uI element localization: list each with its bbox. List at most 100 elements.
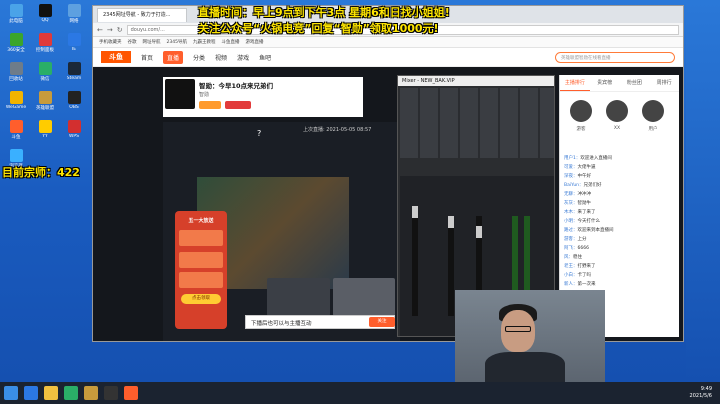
chat-username[interactable]: 小明：: [564, 219, 578, 224]
site-nav-item[interactable]: 鱼吧: [259, 53, 271, 62]
chat-username[interactable]: BaiYun：: [564, 183, 584, 188]
clock-date: 2021/5/6: [689, 393, 712, 399]
promo-popup[interactable]: 五一大放送 点击领取: [175, 211, 227, 329]
taskbar-browser-icon[interactable]: [24, 386, 38, 400]
site-nav-item[interactable]: 游戏: [237, 53, 249, 62]
desktop-icon-label: 回收站: [9, 77, 23, 82]
bookmark-item[interactable]: 手机收藏夹: [99, 39, 122, 45]
chat-tab[interactable]: 主播排行: [560, 75, 590, 91]
chat-username[interactable]: 用户1：: [564, 156, 580, 161]
chat-username[interactable]: 灰灰：: [564, 201, 578, 206]
fan-name: XX: [613, 126, 621, 131]
bookmark-item[interactable]: 谷歌: [128, 39, 137, 45]
chat-username[interactable]: 阿飞：: [564, 246, 578, 251]
desktop-icon[interactable]: 回收站: [2, 62, 30, 90]
taskbar-explorer-icon[interactable]: [44, 386, 58, 400]
chat-tab[interactable]: 粉丝团: [620, 75, 650, 91]
chat-text: 欢迎进入直播间: [580, 156, 612, 161]
chat-text: 兄弟们好: [583, 183, 602, 188]
site-nav: 斗鱼 首页 直播 分类 视频 游戏 鱼吧 英雄联盟智勋在线看直播: [93, 48, 683, 67]
desktop-icon[interactable]: 微信: [31, 62, 59, 90]
streamer-avatar[interactable]: [165, 79, 195, 109]
chat-username[interactable]: 无聊：: [564, 192, 578, 197]
bookmark-item[interactable]: 斗鱼直播: [221, 39, 239, 45]
chat-username[interactable]: 风：: [564, 255, 573, 260]
chat-username[interactable]: 木木：: [564, 210, 578, 215]
fader-knob[interactable]: [448, 216, 454, 228]
desktop-right-edge: [686, 0, 720, 382]
app-icon: [67, 33, 81, 46]
forward-icon[interactable]: →: [107, 26, 113, 34]
desktop-icon[interactable]: 英雄联盟: [31, 91, 59, 119]
desktop-icon-label: IE: [71, 47, 77, 52]
room-info: 智勋：今早10点来兄弟们 智勋: [163, 77, 363, 117]
bookmark-item[interactable]: 2345导航: [167, 39, 187, 45]
streamer-name[interactable]: 智勋: [199, 91, 209, 98]
desktop-icon[interactable]: OBS: [60, 91, 88, 119]
app-icon: [67, 91, 81, 104]
follow-button[interactable]: 关注: [369, 317, 395, 327]
chat-username[interactable]: 游客：: [564, 237, 578, 242]
chat-tab[interactable]: 周排行: [649, 75, 679, 91]
site-nav-item[interactable]: 直播: [163, 50, 184, 64]
desktop-icon[interactable]: WeGame: [2, 91, 30, 119]
desktop-icon[interactable]: WPS: [60, 120, 88, 148]
chat-username[interactable]: 路过：: [564, 228, 578, 233]
refresh-icon[interactable]: ↻: [117, 26, 123, 34]
recommend-thumb[interactable]: [332, 278, 395, 316]
mixer-controls: [400, 88, 554, 158]
chat-username[interactable]: 可爱：: [564, 165, 578, 170]
bookmark-item[interactable]: 网址导航: [143, 39, 161, 45]
chat-username[interactable]: 老王：: [564, 264, 578, 269]
desktop-icon[interactable]: 此电脑: [2, 4, 30, 32]
chat-tab[interactable]: 贵宾榜: [590, 75, 620, 91]
desktop-icon-label: YY: [42, 134, 48, 139]
desktop-icon[interactable]: 控制面板: [31, 33, 59, 61]
chat-username[interactable]: 小白：: [564, 273, 578, 278]
chat-message: 用户1：欢迎进入直播间: [560, 154, 679, 163]
taskbar-douyu-icon[interactable]: [124, 386, 138, 400]
fader-knob[interactable]: [412, 206, 418, 218]
popup-item: [179, 252, 223, 268]
desktop-icon[interactable]: QQ: [31, 4, 59, 32]
popup-claim-button[interactable]: 点击领取: [181, 294, 221, 304]
fan-avatar[interactable]: [642, 100, 664, 122]
site-search-input[interactable]: 英雄联盟智勋在线看直播: [555, 51, 675, 63]
start-icon[interactable]: [4, 386, 18, 400]
fader-track: [412, 216, 418, 316]
chat-text: 今天打什么: [577, 219, 601, 224]
taskbar-obs-icon[interactable]: [104, 386, 118, 400]
taskbar-chat-icon[interactable]: [64, 386, 78, 400]
site-nav-item[interactable]: 首页: [141, 53, 153, 62]
desktop-icon[interactable]: YY: [31, 120, 59, 148]
chat-message: 深夜：中午好: [560, 172, 679, 181]
fader-knob[interactable]: [476, 226, 482, 238]
desktop-icon[interactable]: 网络: [60, 4, 88, 32]
back-icon[interactable]: ←: [97, 26, 103, 34]
app-icon: [67, 120, 81, 133]
bookmark-item[interactable]: 游戏直播: [245, 39, 263, 45]
browser-tab[interactable]: 2345网址导航 - 致力于打造...: [97, 7, 187, 22]
site-nav-item[interactable]: 视频: [215, 53, 227, 62]
fan-avatar[interactable]: [606, 100, 628, 122]
recommend-thumb[interactable]: [267, 278, 330, 316]
chat-username[interactable]: 深夜：: [564, 174, 578, 179]
desktop-icon-label: 此电脑: [9, 19, 23, 24]
clock[interactable]: 9:49 2021/5/6: [690, 386, 716, 400]
taskbar-game-icon[interactable]: [84, 386, 98, 400]
chat-text: 稳住: [573, 255, 582, 260]
desktop-icon[interactable]: IE: [60, 33, 88, 61]
desktop-icon-label: 网络: [69, 19, 79, 24]
chat-username[interactable]: 新人：: [564, 282, 578, 287]
desktop-icon[interactable]: 360安全: [2, 33, 30, 61]
recommend-thumbnails: [267, 278, 395, 316]
desktop-icon[interactable]: 斗鱼: [2, 120, 30, 148]
site-logo[interactable]: 斗鱼: [101, 51, 131, 63]
desktop-icon-label: 控制面板: [36, 48, 54, 53]
site-nav-item[interactable]: 分类: [193, 53, 205, 62]
chat-message: 小白：卡了吗: [560, 271, 679, 280]
bookmark-item[interactable]: 九霸王教程: [193, 39, 216, 45]
fan-avatar[interactable]: [570, 100, 592, 122]
desktop-icon[interactable]: Steam: [60, 62, 88, 90]
overlay-line1: 直播时间：早上9点到下午3点 星期6和日找小姐姐!: [198, 6, 450, 19]
